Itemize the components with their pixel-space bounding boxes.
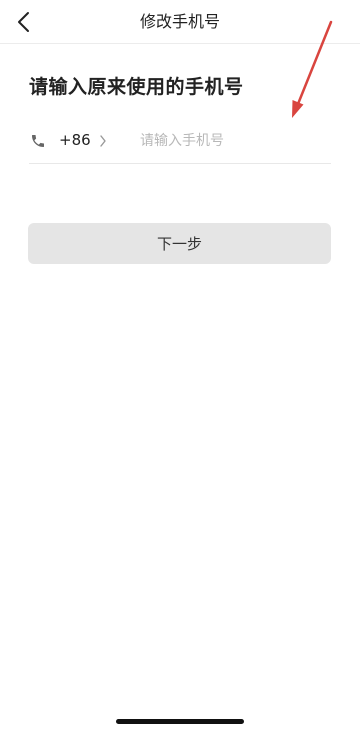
chevron-right-icon[interactable] [99, 135, 107, 147]
country-code-selector[interactable]: +86 [59, 131, 91, 149]
heading: 请输入原来使用的手机号 [29, 76, 244, 98]
phone-icon [32, 135, 44, 147]
nav-bar: 修改手机号 [0, 0, 360, 44]
next-button[interactable]: 下一步 [28, 223, 331, 264]
page-title: 修改手机号 [139, 12, 220, 31]
phone-input[interactable] [137, 128, 333, 154]
annotation-arrow-icon [292, 20, 333, 118]
home-indicator [116, 719, 244, 724]
phone-input-row: +86 [29, 120, 333, 164]
